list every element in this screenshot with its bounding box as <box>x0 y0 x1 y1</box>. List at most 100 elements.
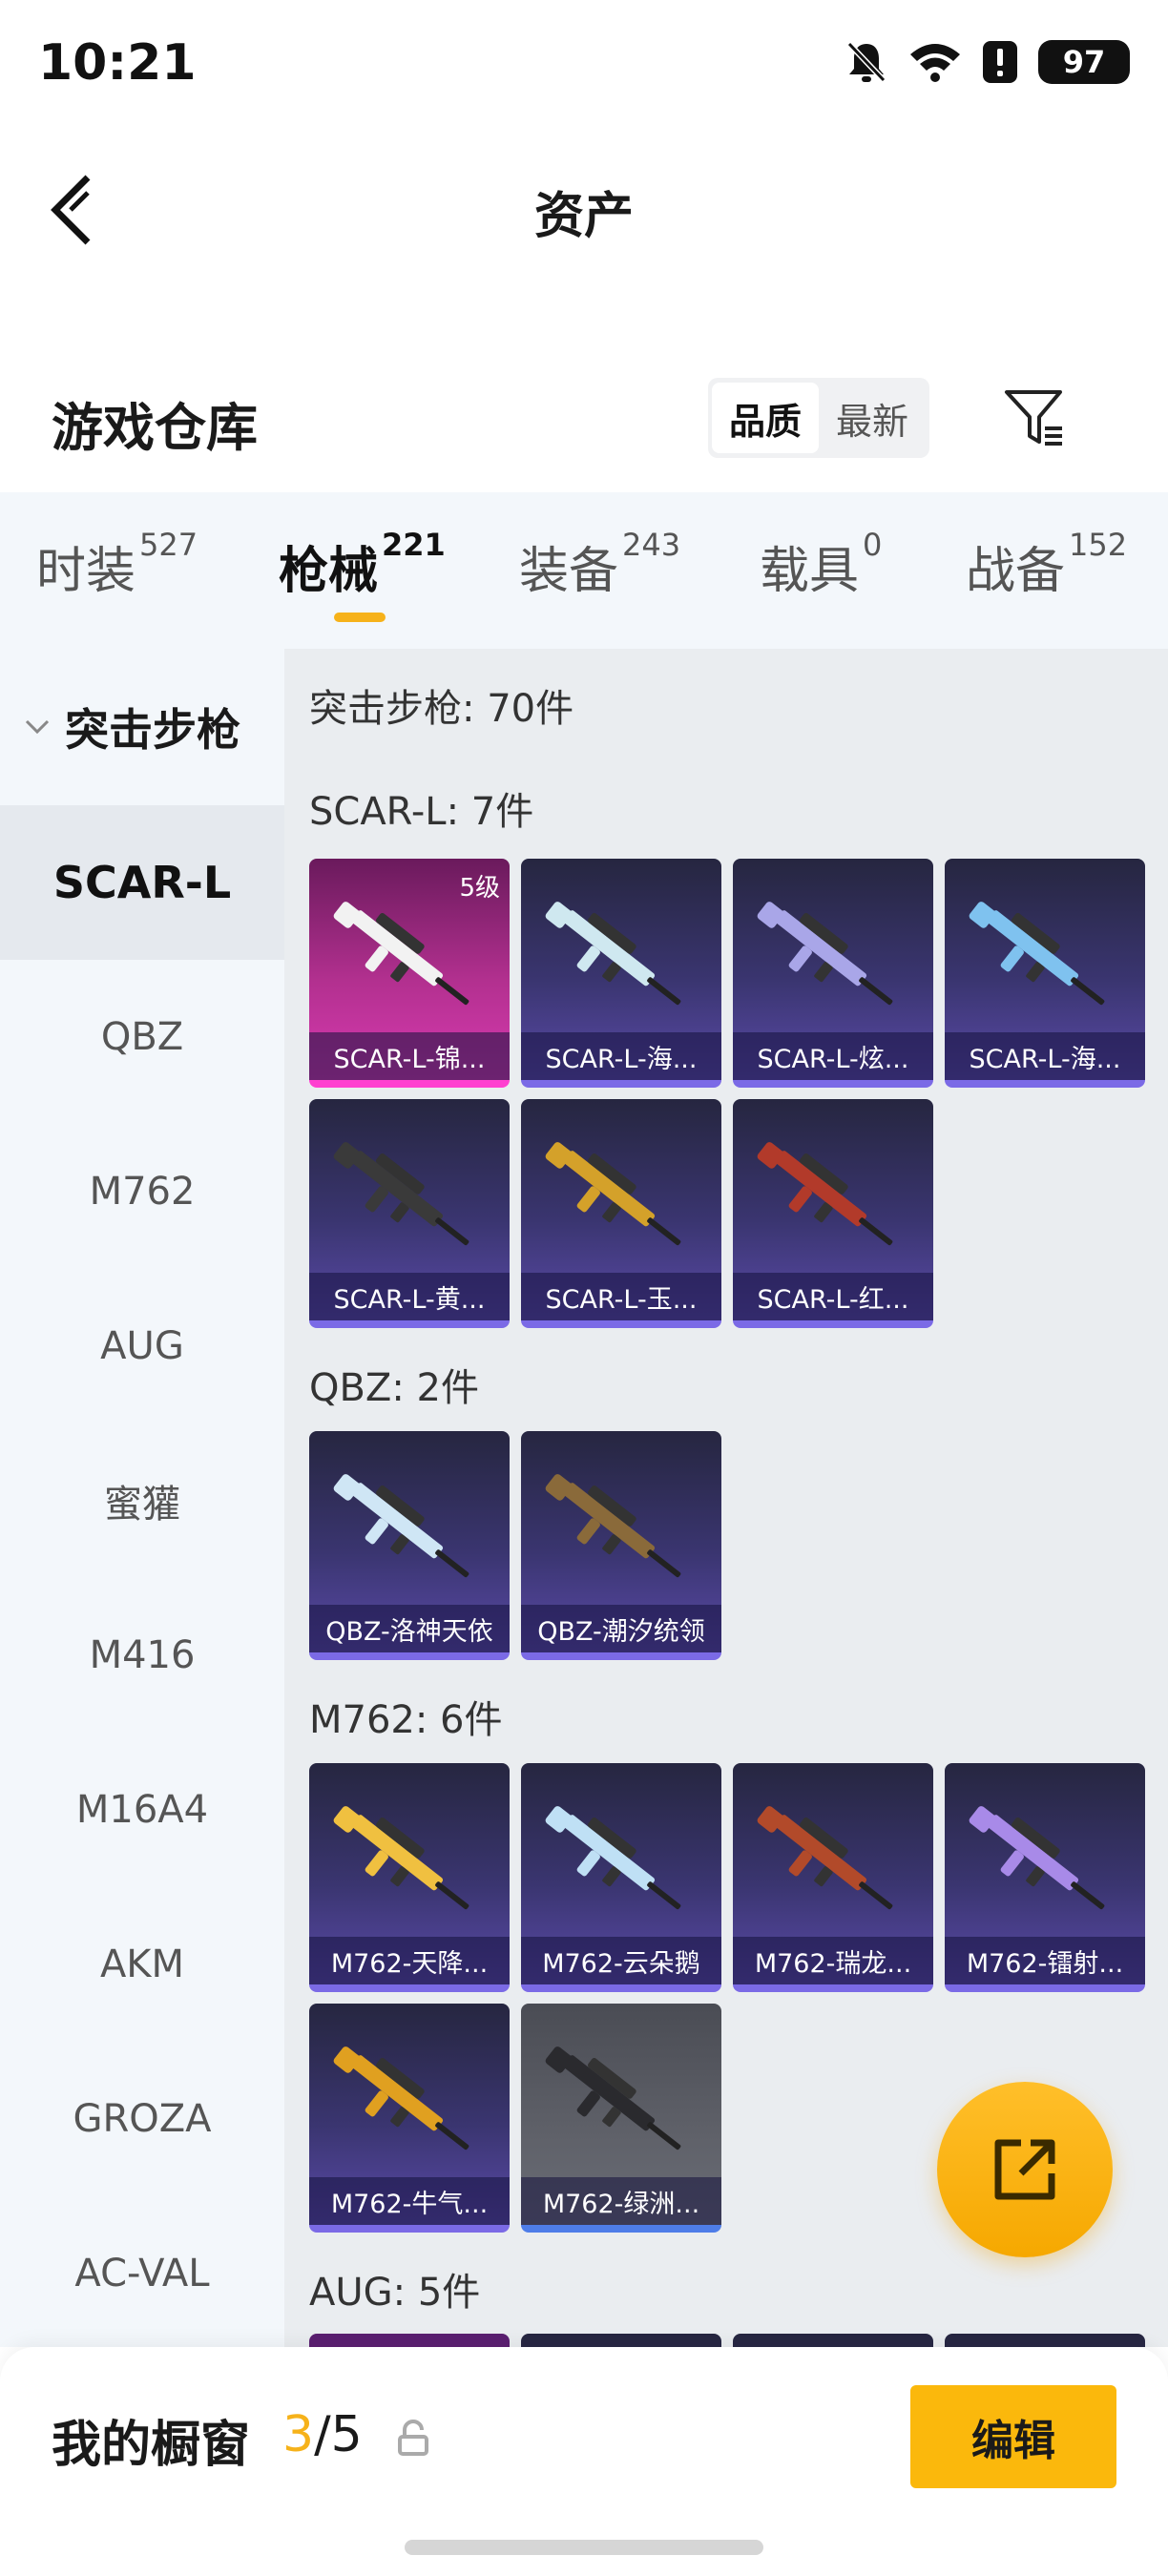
weapon-card[interactable]: M762-绿洲... <box>521 2004 721 2233</box>
sidebar-item-honey-badger[interactable]: 蜜獾 <box>0 1423 284 1578</box>
weapon-card[interactable]: SCAR-L-海... <box>945 859 1145 1088</box>
battery-icon: 97 <box>1038 40 1130 84</box>
battery-level: 97 <box>1062 44 1106 80</box>
app-header: 资产 <box>0 134 1168 277</box>
category-count-title: 突击步枪: 70件 <box>309 687 574 731</box>
weapon-card[interactable]: M762-牛气... <box>309 2004 510 2233</box>
weapon-card-label: SCAR-L-锦... <box>309 1032 510 1080</box>
weapon-card[interactable]: SCAR-L-炫... <box>733 859 933 1088</box>
tab-count: 221 <box>382 527 446 563</box>
weapon-card-label: SCAR-L-炫... <box>733 1032 933 1080</box>
sidebar-group-assault-rifle[interactable]: 突击步枪 <box>0 649 284 805</box>
weapon-card-label: M762-瑞龙... <box>733 1937 933 1984</box>
sidebar-item-groza[interactable]: GROZA <box>0 2042 284 2196</box>
sidebar-item-aug[interactable]: AUG <box>0 1269 284 1423</box>
weapon-image <box>330 2032 489 2175</box>
tab-fashion[interactable]: 时装 527 <box>36 527 198 602</box>
sidebar-item-ac-val[interactable]: AC-VAL <box>0 2196 284 2351</box>
weapon-sidebar: 突击步枪 SCAR-L QBZ M762 AUG 蜜獾 M416 M16A4 A… <box>0 649 284 2347</box>
weapon-card-label: M762-牛气... <box>309 2177 510 2225</box>
edit-button[interactable]: 编辑 <box>910 2385 1116 2488</box>
filter-button[interactable] <box>996 378 1073 458</box>
sort-latest-option[interactable]: 最新 <box>819 383 926 453</box>
tab-label: 载具 <box>760 543 860 600</box>
tab-count: 0 <box>863 527 883 563</box>
weapon-image <box>754 887 912 1030</box>
weapon-card-label: SCAR-L-海... <box>945 1032 1145 1080</box>
weapon-card[interactable]: QBZ-潮汐统领 <box>521 1431 721 1660</box>
weapon-card[interactable]: QBZ-洛神天依 <box>309 1431 510 1660</box>
weapon-card-label: M762-绿洲... <box>521 2177 721 2225</box>
weapon-card-label: SCAR-L-红... <box>733 1273 933 1320</box>
weapon-card[interactable]: M762-云朵鹅 <box>521 1763 721 1992</box>
weapon-card-label: M762-镭射... <box>945 1937 1145 1984</box>
tab-count: 152 <box>1069 527 1128 563</box>
showcase-bottom-bar: 我的橱窗 3/5 编辑 <box>0 2347 1168 2576</box>
sidebar-item-m416[interactable]: M416 <box>0 1578 284 1733</box>
weapon-card-partial[interactable] <box>733 2334 933 2347</box>
weapon-card[interactable]: SCAR-L-海... <box>521 859 721 1088</box>
tab-equipment[interactable]: 装备 243 <box>519 527 681 602</box>
weapon-card-label: QBZ-洛神天依 <box>309 1605 510 1652</box>
weapon-image <box>542 887 700 1030</box>
weapon-card[interactable]: SCAR-L-玉... <box>521 1099 721 1328</box>
weapon-image <box>330 1128 489 1271</box>
weapon-image <box>542 1128 700 1271</box>
status-icons: 97 <box>845 40 1130 84</box>
group-title-m762: M762: 6件 <box>309 1698 503 1742</box>
showcase-count-total: /5 <box>314 2406 363 2463</box>
weapon-card[interactable]: SCAR-L-黄... <box>309 1099 510 1328</box>
active-tab-indicator <box>334 613 386 622</box>
weapon-card-partial[interactable] <box>521 2334 721 2347</box>
group-title-scar-l: SCAR-L: 7件 <box>309 790 534 834</box>
chevron-down-icon <box>25 719 50 735</box>
mute-icon <box>846 41 886 83</box>
weapon-card-partial[interactable] <box>945 2334 1145 2347</box>
tab-count: 243 <box>622 527 681 563</box>
tab-label: 枪械 <box>279 543 379 600</box>
weapon-card-label: SCAR-L-玉... <box>521 1273 721 1320</box>
weapon-image <box>542 1792 700 1935</box>
weapon-image <box>542 2032 700 2175</box>
share-fab-button[interactable] <box>937 2082 1113 2257</box>
lock-icon <box>398 2420 428 2456</box>
weapon-card[interactable]: SCAR-L-红... <box>733 1099 933 1328</box>
weapon-card-label: M762-天降... <box>309 1937 510 1984</box>
tab-label: 装备 <box>519 543 619 600</box>
weapon-image <box>330 887 489 1030</box>
weapon-image <box>330 1792 489 1935</box>
sidebar-item-m16a4[interactable]: M16A4 <box>0 1733 284 1887</box>
group-title-qbz: QBZ: 2件 <box>309 1366 479 1410</box>
tab-supplies[interactable]: 战备 152 <box>966 527 1128 602</box>
weapon-card-partial[interactable] <box>309 2334 510 2347</box>
sidebar-item-scar-l[interactable]: SCAR-L <box>0 805 284 960</box>
tab-label: 时装 <box>36 543 136 600</box>
share-external-icon <box>994 2139 1055 2200</box>
weapon-image <box>966 1792 1124 1935</box>
weapon-image <box>754 1792 912 1935</box>
sort-quality-option[interactable]: 品质 <box>712 383 820 453</box>
alert-icon <box>983 41 1017 83</box>
sidebar-item-m762[interactable]: M762 <box>0 1114 284 1269</box>
tab-vehicles[interactable]: 载具 0 <box>760 527 883 602</box>
group-title-aug: AUG: 5件 <box>309 2271 481 2315</box>
weapon-image <box>330 1460 489 1603</box>
sidebar-group-label: 突击步枪 <box>65 704 240 756</box>
tab-firearms[interactable]: 枪械 221 <box>279 527 446 602</box>
home-indicator <box>405 2540 763 2555</box>
sidebar-item-qbz[interactable]: QBZ <box>0 960 284 1114</box>
sidebar-item-akm[interactable]: AKM <box>0 1887 284 2042</box>
weapon-card-label: QBZ-潮汐统领 <box>521 1605 721 1652</box>
weapon-image <box>966 887 1124 1030</box>
weapon-card-label: M762-云朵鹅 <box>521 1937 721 1984</box>
weapon-card[interactable]: M762-镭射... <box>945 1763 1145 1992</box>
tab-label: 战备 <box>966 543 1066 600</box>
sort-toggle: 品质 最新 <box>708 378 930 458</box>
section-title: 游戏仓库 <box>52 398 258 458</box>
weapon-card[interactable]: M762-天降... <box>309 1763 510 1992</box>
app-screen: 10:21 97 资产 游戏仓库 品质 最新 时装 527 枪械 221 装备 … <box>0 0 1168 2576</box>
weapon-card[interactable]: M762-瑞龙... <box>733 1763 933 1992</box>
page-title: 资产 <box>533 188 634 245</box>
weapon-card[interactable]: 5级 SCAR-L-锦... <box>309 859 510 1088</box>
wifi-icon <box>910 44 960 82</box>
